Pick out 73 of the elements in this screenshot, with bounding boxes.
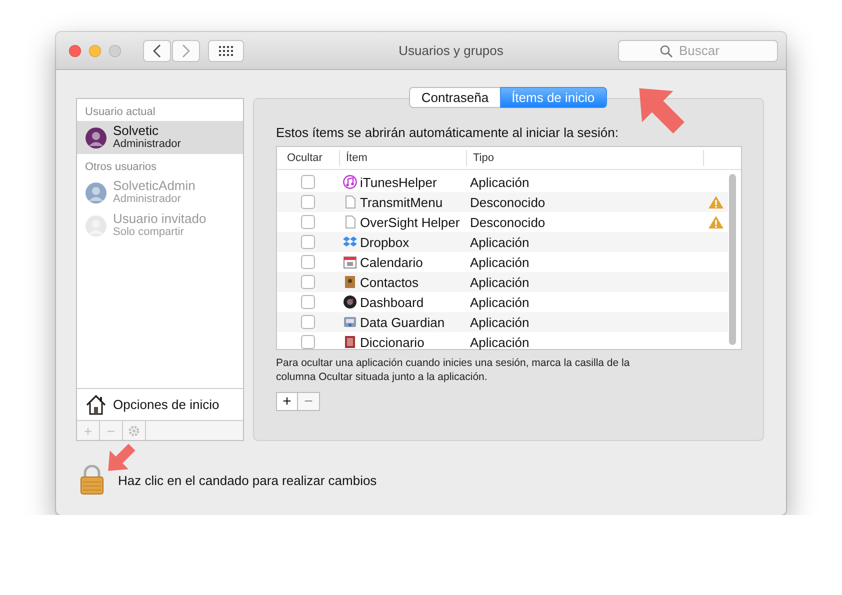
lock-message: Haz clic en el candado para realizar cambios [118, 472, 377, 488]
section-header: Otros usuarios [84, 160, 158, 175]
gear-icon [128, 424, 140, 436]
gauge-icon [343, 295, 357, 309]
checkbox[interactable] [301, 235, 315, 249]
checkbox[interactable] [301, 335, 315, 349]
item-name: Data Guardian [360, 314, 445, 330]
user-role: Solo compartir [113, 226, 185, 239]
checkbox[interactable] [301, 215, 315, 229]
user-name: Solvetic [113, 124, 160, 138]
add-button[interactable]: + [276, 392, 298, 411]
checkbox[interactable] [301, 315, 315, 329]
item-type: Aplicación [470, 254, 530, 270]
chevron-left-icon [153, 44, 161, 58]
user-role: Administrador [113, 193, 182, 206]
column-header: Tipo [466, 150, 703, 166]
user-item[interactable]: Solvetic Administrador [77, 121, 243, 154]
window-title: Usuarios y grupos [398, 43, 504, 58]
item-name: Contactos [360, 274, 419, 290]
item-name: OverSight Helper [360, 214, 460, 230]
close-button[interactable] [69, 44, 81, 56]
item-type: Aplicación [470, 314, 530, 330]
item-name: iTunesHelper [360, 174, 437, 190]
item-label: Opciones de inicio [113, 397, 220, 412]
item-type: Aplicación [470, 294, 530, 310]
checkbox[interactable] [301, 175, 315, 189]
minimize-button[interactable] [89, 44, 101, 56]
tab[interactable]: Contraseña [409, 87, 501, 108]
checkbox[interactable] [301, 275, 315, 289]
dropbox-icon [343, 235, 357, 249]
checkbox[interactable] [301, 295, 315, 309]
user-role: Administrador [113, 138, 181, 151]
house-icon [85, 394, 107, 416]
avatar-icon [85, 182, 107, 204]
item-type: Aplicación [470, 274, 530, 290]
item-name: Dropbox [360, 234, 410, 250]
item-name: Dashboard [360, 294, 424, 310]
item-type: Desconocido [470, 194, 546, 210]
item-type: Desconocido [470, 214, 546, 230]
checkbox[interactable] [301, 255, 315, 269]
music-note-icon [343, 175, 357, 189]
scrollbar[interactable] [729, 174, 736, 345]
contacts-book-icon [343, 275, 357, 289]
show-all-button[interactable] [208, 40, 244, 62]
calendar-icon [343, 255, 357, 269]
item-type: Aplicación [470, 234, 530, 250]
user-name: Usuario invitado [113, 212, 206, 226]
item-type: Aplicación [470, 334, 530, 350]
search-field[interactable]: Buscar [618, 40, 778, 62]
column-header: Ítem [339, 150, 466, 166]
lock-button[interactable] [80, 465, 104, 495]
zoom-button[interactable] [109, 44, 121, 56]
intro-text: Estos ítems se abrirán automáticamente al iniciar la sesión: [276, 125, 620, 140]
section-header: Usuario actual [84, 105, 156, 120]
back-button[interactable] [143, 40, 171, 62]
search-icon [660, 44, 673, 58]
item-name: TransmitMenu [360, 194, 443, 210]
hint-text: Para ocultar una aplicación cuando inicies una sesión, marca la casilla de la columna Ocultar situada junto a la aplicación. [276, 356, 631, 384]
padlock-icon [80, 465, 104, 495]
chevron-right-icon [182, 44, 190, 58]
item-name: Diccionario [360, 334, 424, 350]
document-icon [343, 215, 357, 229]
scanner-icon [343, 315, 357, 329]
document-icon [343, 195, 357, 209]
column-header: Ocultar [286, 151, 324, 166]
user-name: SolveticAdmin [113, 179, 196, 193]
grid-icon [219, 46, 233, 56]
item-type: Aplicación [470, 174, 530, 190]
book-icon [343, 335, 357, 349]
tab[interactable]: Ítems de inicio [500, 87, 607, 108]
checkbox[interactable] [301, 195, 315, 209]
avatar-icon [85, 126, 107, 148]
item-name: Calendario [360, 254, 423, 270]
